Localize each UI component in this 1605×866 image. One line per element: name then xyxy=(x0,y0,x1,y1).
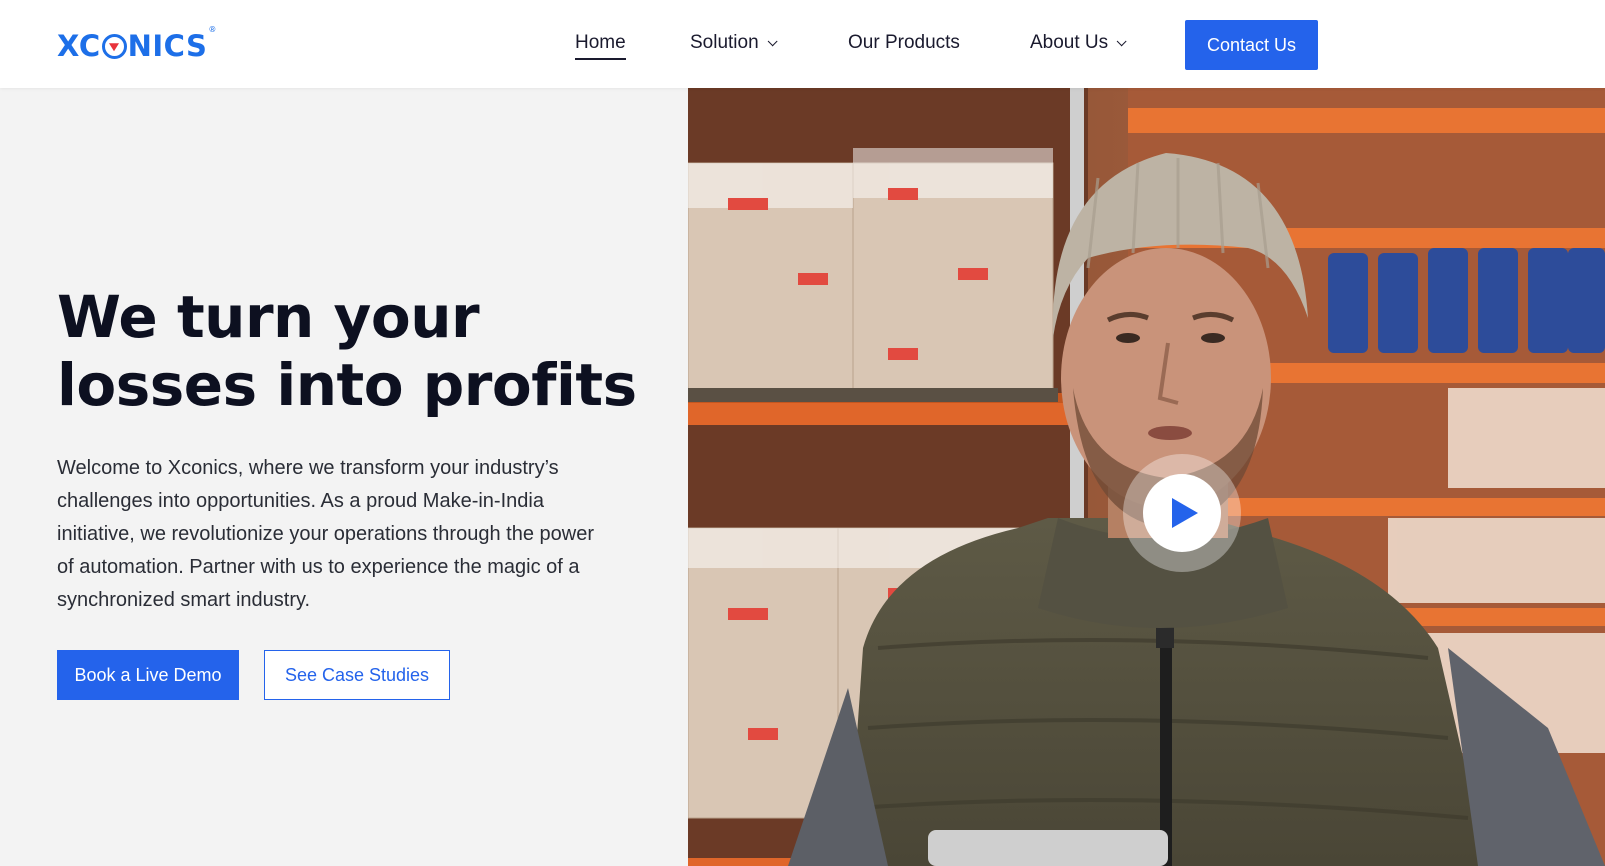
hero-headline: We turn your losses into profits xyxy=(57,283,637,419)
hero-intro-text: Welcome to Xconics, where we transform y… xyxy=(57,457,594,611)
play-video-button[interactable] xyxy=(1123,454,1241,572)
site-header: XC NICS ® Home Solution Our Products Abo… xyxy=(0,0,1605,88)
book-live-demo-button[interactable]: Book a Live Demo xyxy=(57,650,239,700)
nav-solution-label: Solution xyxy=(690,32,759,53)
nav-our-products-label: Our Products xyxy=(848,32,960,53)
logo-wordmark: XC NICS ® xyxy=(57,25,217,63)
nav-about-us-label: About Us xyxy=(1030,32,1109,53)
chevron-down-icon xyxy=(1116,35,1127,46)
registered-mark: ® xyxy=(208,25,217,34)
chevron-down-icon xyxy=(767,35,778,46)
contact-us-button[interactable]: Contact Us xyxy=(1185,20,1318,70)
logo-text-start: XC xyxy=(57,29,101,63)
nav-about-us[interactable]: About Us xyxy=(1030,32,1127,54)
logo-text-end: NICS xyxy=(127,29,208,63)
logo-o-mark xyxy=(101,33,127,59)
see-case-studies-button[interactable]: See Case Studies xyxy=(264,650,450,700)
nav-home[interactable]: Home xyxy=(575,32,626,60)
play-button-circle xyxy=(1143,474,1221,552)
nav-home-label: Home xyxy=(575,32,626,53)
play-icon xyxy=(1172,498,1198,528)
nav-solution[interactable]: Solution xyxy=(690,32,778,54)
xconics-logo[interactable]: XC NICS ® xyxy=(57,25,217,64)
nav-our-products[interactable]: Our Products xyxy=(848,32,960,54)
